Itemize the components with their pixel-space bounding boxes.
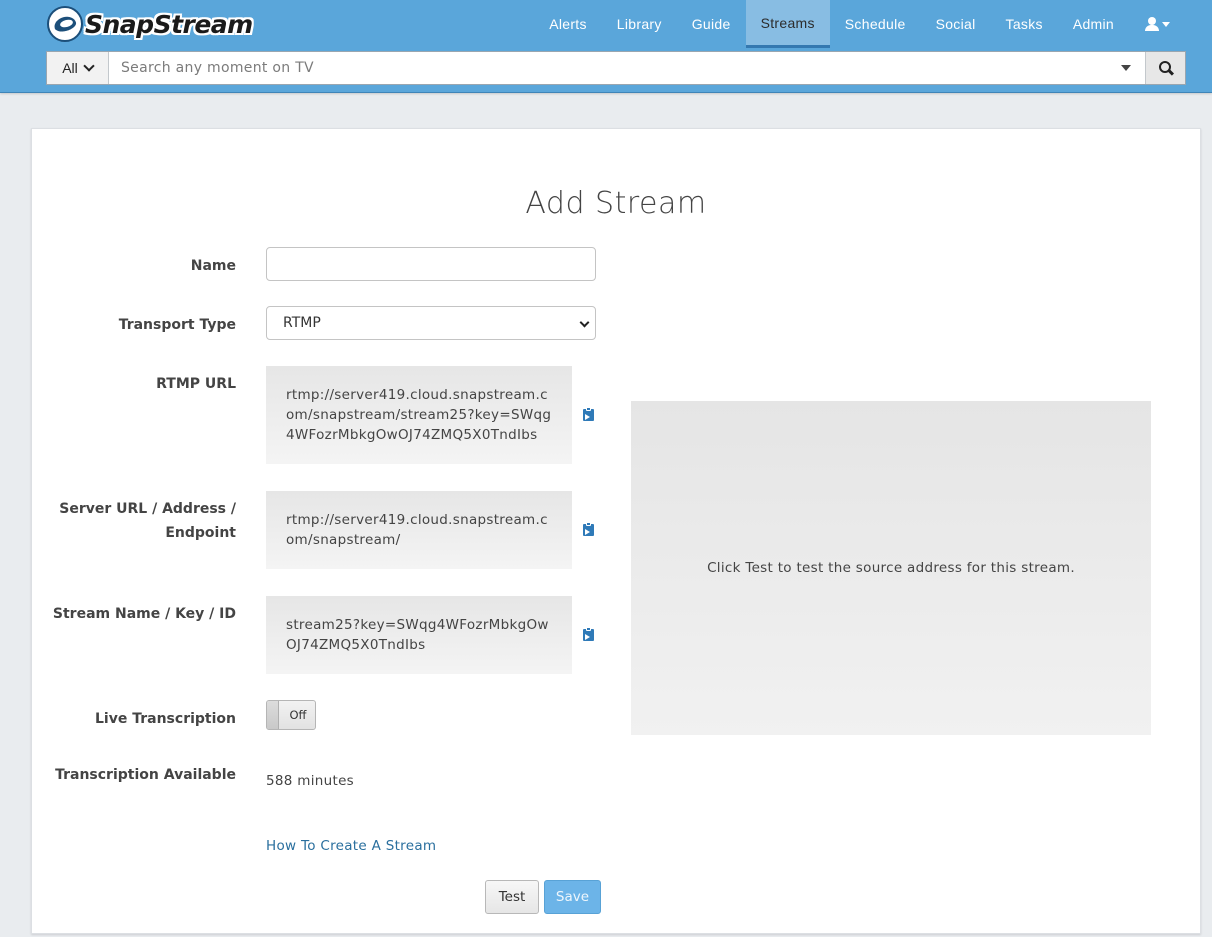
search-input[interactable] — [109, 52, 1107, 84]
transcription-available-value: 588 minutes — [266, 773, 355, 789]
test-button[interactable]: Test — [485, 880, 539, 914]
user-icon — [1145, 17, 1159, 31]
how-to-create-stream-link[interactable]: How To Create A Stream — [266, 838, 436, 854]
copy-stream-key-icon[interactable] — [582, 627, 596, 642]
transport-type-value: RTMP — [283, 315, 321, 331]
search-scope-dropdown[interactable]: All — [47, 52, 109, 84]
nav-schedule[interactable]: Schedule — [830, 0, 921, 48]
live-transcription-label: Live Transcription — [95, 711, 236, 727]
transport-type-select[interactable]: RTMP — [266, 306, 596, 340]
stream-key-value: stream25?key=SWqg4WFozrMbkgOwOJ74ZMQ5X0T… — [266, 596, 572, 674]
stream-preview-panel: Click Test to test the source address fo… — [631, 401, 1151, 735]
nav-social[interactable]: Social — [921, 0, 991, 48]
save-button[interactable]: Save — [544, 880, 601, 914]
preview-message: Click Test to test the source address fo… — [707, 560, 1075, 576]
nav-streams[interactable]: Streams — [745, 0, 830, 48]
caret-down-icon — [1121, 65, 1131, 71]
toggle-knob — [267, 701, 279, 729]
top-navigation-bar: SnapStream Alerts Library Guide Streams … — [0, 0, 1212, 93]
rtmp-url-value: rtmp://server419.cloud.snapstream.com/sn… — [266, 366, 572, 464]
transport-type-label: Transport Type — [118, 317, 236, 333]
server-url-label: Server URL / Address / Endpoint — [59, 501, 236, 541]
copy-rtmp-url-icon[interactable] — [582, 407, 596, 422]
copy-server-url-icon[interactable] — [582, 522, 596, 537]
search-options-dropdown[interactable] — [1107, 52, 1145, 84]
server-url-value: rtmp://server419.cloud.snapstream.com/sn… — [266, 491, 572, 569]
nav-guide[interactable]: Guide — [677, 0, 746, 48]
search-scope-label: All — [62, 60, 78, 76]
live-transcription-toggle[interactable]: Off — [266, 700, 316, 730]
toggle-state-label: Off — [289, 708, 307, 722]
nav-alerts[interactable]: Alerts — [534, 0, 602, 48]
name-label: Name — [190, 258, 236, 274]
chevron-down-icon — [579, 317, 590, 328]
search-bar: All — [46, 51, 1186, 85]
search-button[interactable] — [1145, 52, 1185, 84]
nav-tasks[interactable]: Tasks — [991, 0, 1058, 48]
search-icon — [1158, 61, 1173, 75]
snapstream-logo-icon — [47, 6, 83, 42]
stream-key-label: Stream Name / Key / ID — [52, 606, 236, 622]
snapstream-logo[interactable]: SnapStream — [47, 6, 253, 42]
chevron-down-icon — [83, 60, 95, 72]
user-menu[interactable] — [1129, 0, 1186, 48]
nav-admin[interactable]: Admin — [1058, 0, 1129, 48]
caret-down-icon — [1162, 21, 1170, 27]
main-nav: Alerts Library Guide Streams Schedule So… — [534, 0, 1186, 48]
rtmp-url-label: RTMP URL — [156, 376, 236, 392]
name-input[interactable] — [266, 247, 596, 281]
page-title: Add Stream — [525, 186, 707, 221]
brand-name: SnapStream — [85, 9, 253, 39]
nav-library[interactable]: Library — [602, 0, 677, 48]
transcription-available-label: Transcription Available — [55, 767, 236, 783]
